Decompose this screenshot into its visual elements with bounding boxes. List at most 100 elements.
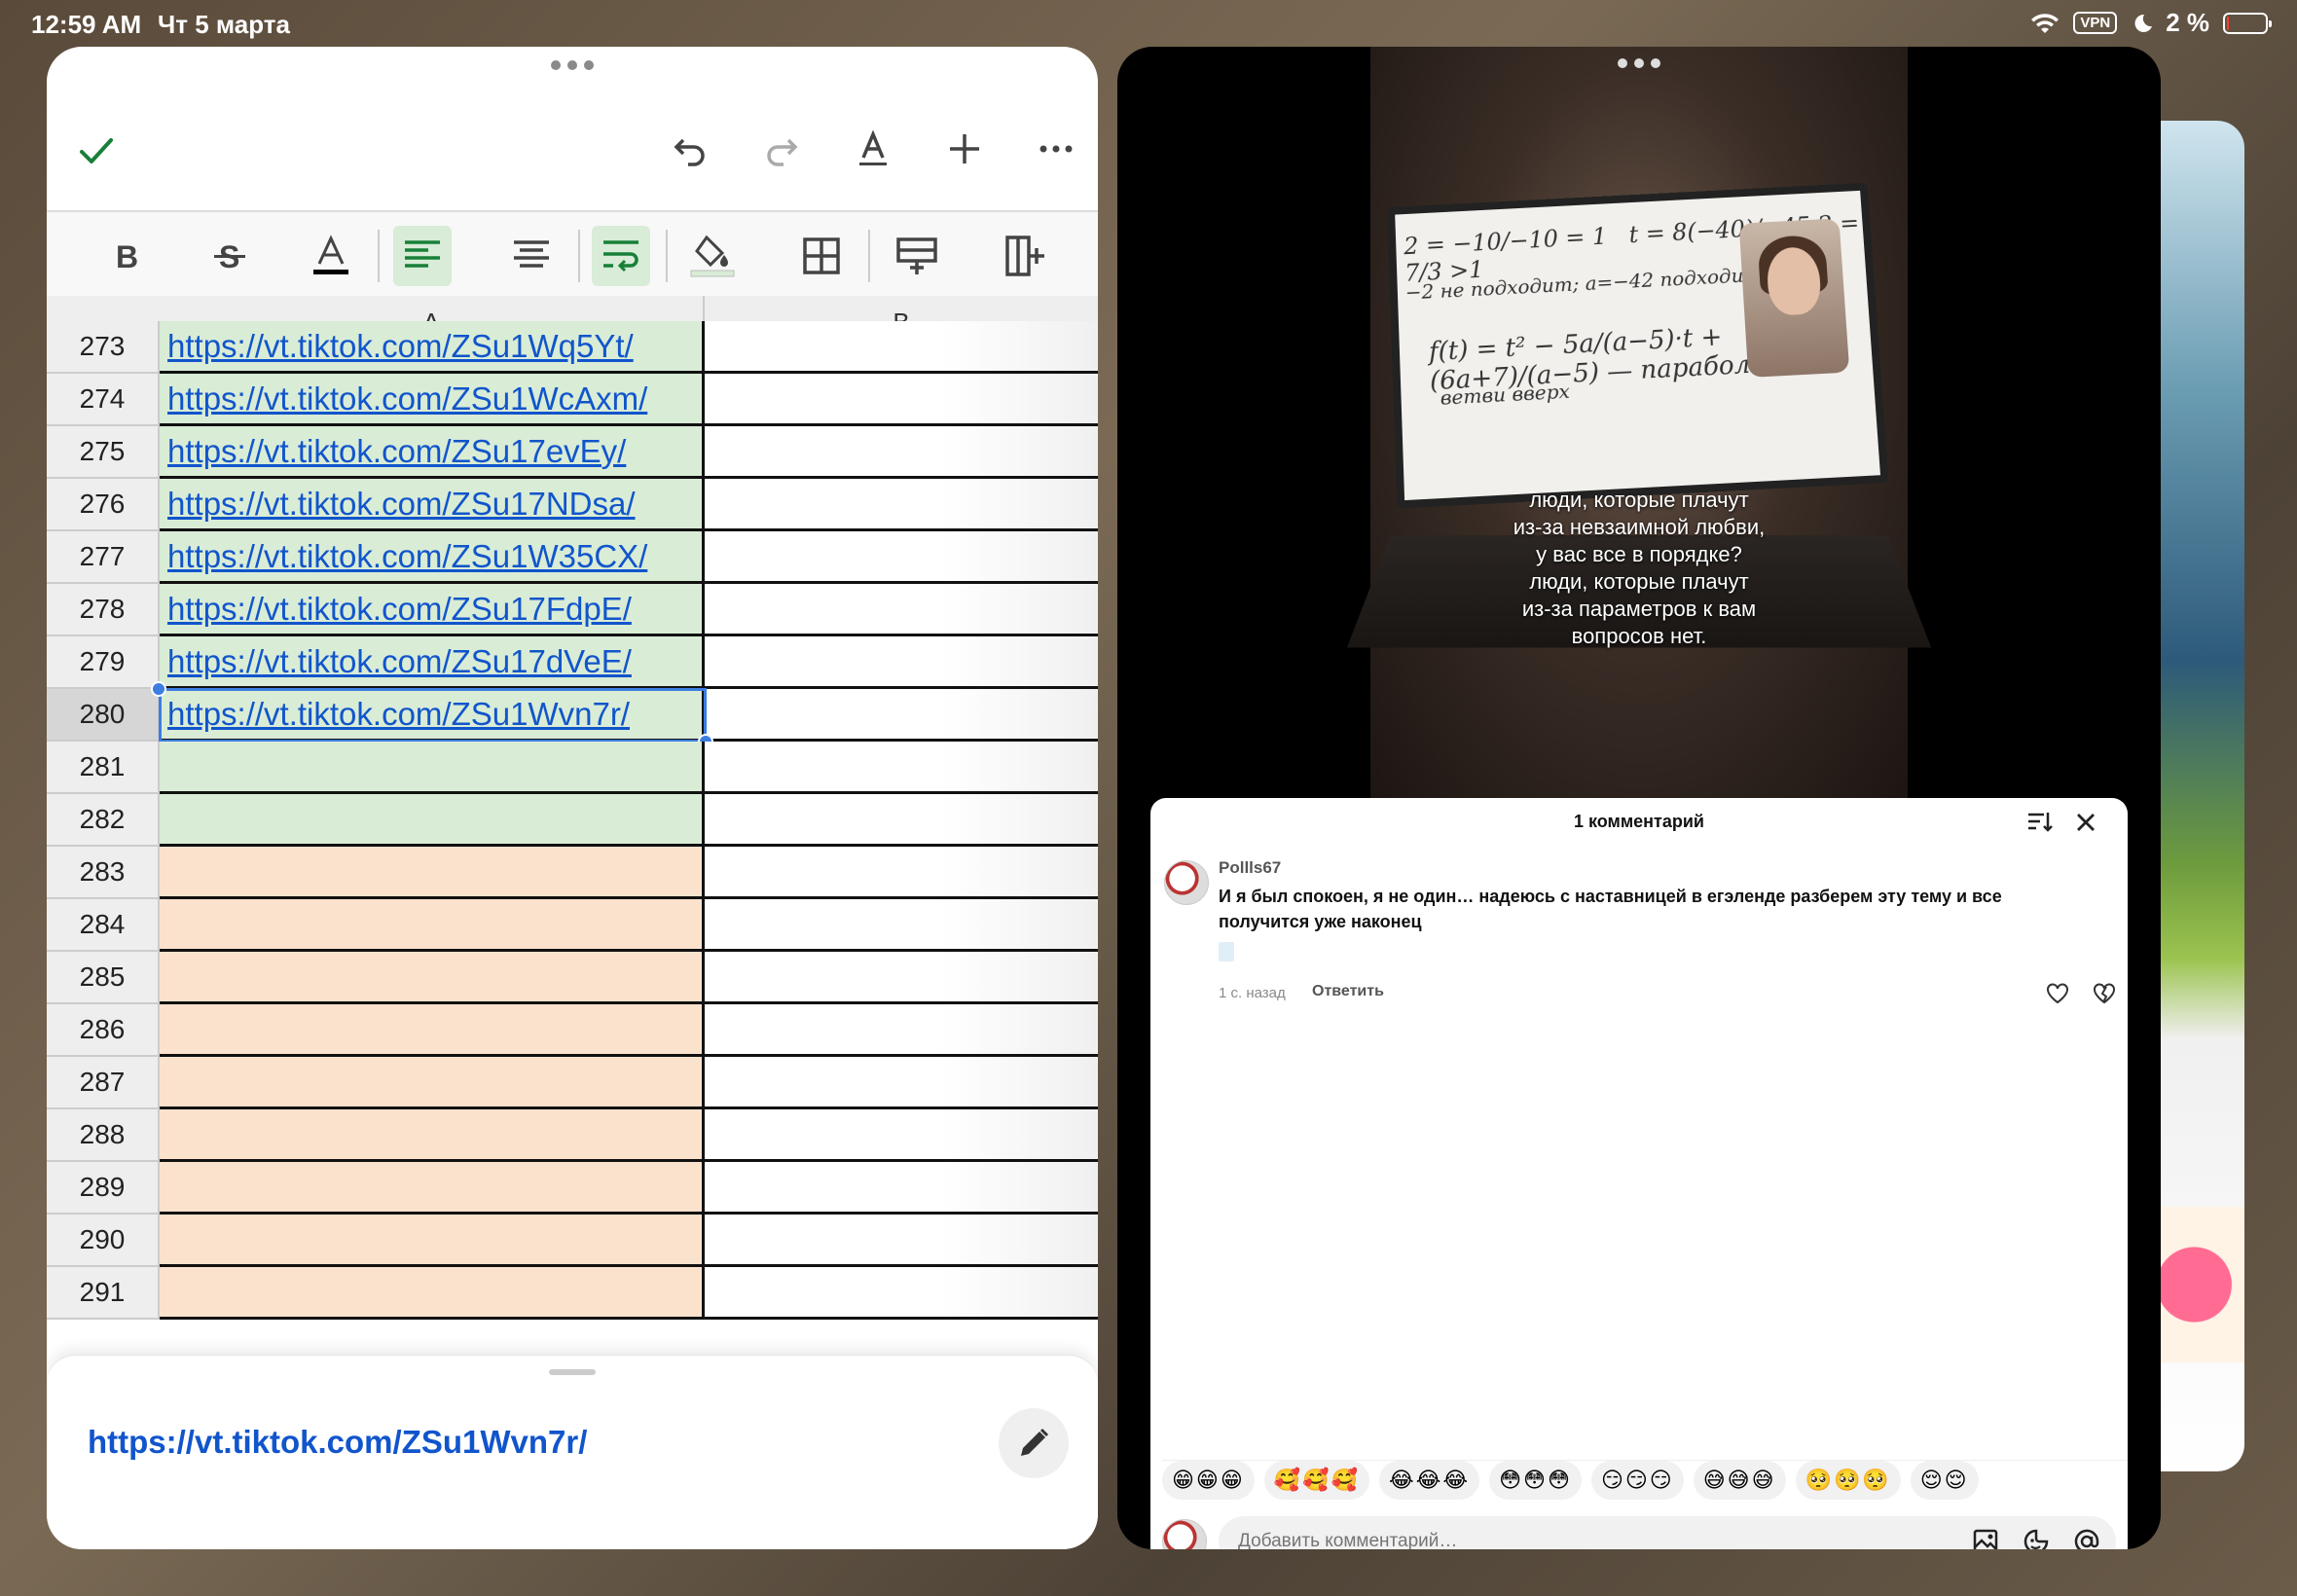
align-center-icon[interactable] (502, 226, 561, 286)
row-number[interactable]: 275 (47, 426, 160, 479)
cell-link[interactable]: https://vt.tiktok.com/ZSu17dVeE/ (167, 643, 632, 680)
cell-b[interactable] (705, 531, 1098, 584)
cell-b[interactable] (705, 794, 1098, 847)
fill-color-icon[interactable] (683, 226, 742, 286)
cell-b[interactable] (705, 1215, 1098, 1267)
cell-link[interactable]: https://vt.tiktok.com/ZSu17evEy/ (167, 433, 626, 470)
row-number[interactable]: 290 (47, 1215, 160, 1267)
cell-b[interactable] (705, 847, 1098, 899)
row-number[interactable]: 283 (47, 847, 160, 899)
cell-link[interactable]: https://vt.tiktok.com/ZSu1Wvn7r/ (167, 696, 630, 733)
insert-row-icon[interactable] (888, 226, 946, 286)
bold-icon[interactable]: B (97, 226, 156, 286)
row-number[interactable]: 282 (47, 794, 160, 847)
cell-a[interactable]: https://vt.tiktok.com/ZSu1W35CX/ (160, 531, 705, 584)
window-grabber[interactable] (1618, 58, 1660, 68)
row-number[interactable]: 287 (47, 1057, 160, 1109)
cell-b[interactable] (705, 636, 1098, 689)
cell-a[interactable] (160, 1057, 705, 1109)
edit-pencil-icon[interactable] (999, 1408, 1069, 1478)
cell-link[interactable]: https://vt.tiktok.com/ZSu1WcAxm/ (167, 381, 647, 417)
reply-button[interactable]: Ответить (1312, 983, 1384, 1000)
comment-input-box[interactable] (1219, 1516, 2116, 1549)
video-player[interactable]: 2 = −10/−10 = 1 t = 8(−40)/−45·2 = 7/3 >… (1346, 47, 1932, 806)
cell-a[interactable] (160, 1215, 705, 1267)
cell-a[interactable] (160, 1267, 705, 1320)
text-color-icon[interactable] (302, 226, 360, 286)
cell-link[interactable]: https://vt.tiktok.com/ZSu17NDsa/ (167, 486, 636, 523)
row-number[interactable]: 280 (47, 689, 160, 742)
cell-b[interactable] (705, 321, 1098, 374)
more-options-icon[interactable] (1034, 127, 1078, 171)
row-number[interactable]: 284 (47, 899, 160, 952)
cell-a[interactable]: https://vt.tiktok.com/ZSu17dVeE/ (160, 636, 705, 689)
emoji-chip[interactable]: 😏😏😏 (1590, 1461, 1684, 1500)
selection-handle-start[interactable] (151, 681, 166, 697)
borders-icon[interactable] (792, 226, 851, 286)
emoji-chip[interactable]: 😂😂😂 (1379, 1461, 1480, 1500)
row-number[interactable]: 286 (47, 1004, 160, 1057)
cell-b[interactable] (705, 584, 1098, 636)
insert-column-icon[interactable] (997, 226, 1055, 286)
cell-b[interactable] (705, 1109, 1098, 1162)
panel-grabber[interactable] (549, 1369, 596, 1375)
row-number[interactable]: 274 (47, 374, 160, 426)
cell-b[interactable] (705, 952, 1098, 1004)
emoji-chip[interactable]: 😌😌 (1910, 1461, 1979, 1500)
emoji-chip[interactable]: 🥺🥺🥺 (1795, 1461, 1901, 1500)
row-number[interactable]: 273 (47, 321, 160, 374)
comment-input[interactable] (1238, 1516, 1841, 1549)
text-format-icon[interactable] (851, 127, 895, 171)
cell-b[interactable] (705, 479, 1098, 531)
done-check-icon[interactable] (74, 128, 119, 173)
cell-a[interactable] (160, 794, 705, 847)
wrap-text-icon[interactable] (592, 226, 650, 286)
cell-editor-value[interactable]: https://vt.tiktok.com/ZSu1Wvn7r/ (88, 1424, 587, 1461)
cell-a[interactable]: https://vt.tiktok.com/ZSu17evEy/ (160, 426, 705, 479)
cell-b[interactable] (705, 899, 1098, 952)
cell-link[interactable]: https://vt.tiktok.com/ZSu1W35CX/ (167, 538, 647, 575)
emoji-chip[interactable]: 😳😳😳 (1489, 1461, 1582, 1500)
cell-b[interactable] (705, 689, 1098, 742)
emoji-chip[interactable]: 😁😁😁 (1162, 1461, 1255, 1500)
redo-icon[interactable] (759, 127, 804, 171)
cell-a[interactable]: https://vt.tiktok.com/ZSu1Wq5Yt/ (160, 321, 705, 374)
cell-b[interactable] (705, 1267, 1098, 1320)
emoji-chip[interactable]: 🥰🥰🥰 (1263, 1461, 1369, 1500)
dislike-icon[interactable] (2093, 983, 2116, 1009)
cell-b[interactable] (705, 1162, 1098, 1215)
cell-a[interactable]: https://vt.tiktok.com/ZSu17NDsa/ (160, 479, 705, 531)
row-number[interactable]: 276 (47, 479, 160, 531)
cell-b[interactable] (705, 742, 1098, 794)
cell-a[interactable] (160, 742, 705, 794)
spreadsheet-grid[interactable]: A B 273https://vt.tiktok.com/ZSu1Wq5Yt/2… (47, 296, 1098, 1357)
sort-icon[interactable] (2026, 810, 2054, 840)
row-number[interactable]: 288 (47, 1109, 160, 1162)
cell-b[interactable] (705, 374, 1098, 426)
insert-plus-icon[interactable] (942, 127, 987, 171)
cell-link[interactable]: https://vt.tiktok.com/ZSu1Wq5Yt/ (167, 328, 634, 365)
sticker-icon[interactable] (2023, 1528, 2050, 1549)
row-number[interactable]: 285 (47, 952, 160, 1004)
cell-a[interactable]: https://vt.tiktok.com/ZSu17FdpE/ (160, 584, 705, 636)
cell-b[interactable] (705, 426, 1098, 479)
cell-a[interactable] (160, 1162, 705, 1215)
row-number[interactable]: 281 (47, 742, 160, 794)
emoji-chip[interactable]: 😅😅😅 (1693, 1461, 1786, 1500)
cell-a[interactable] (160, 1004, 705, 1057)
cell-a[interactable]: https://vt.tiktok.com/ZSu1WcAxm/ (160, 374, 705, 426)
comment-username[interactable]: Pollls67 (1219, 858, 1281, 878)
close-icon[interactable] (2073, 810, 2098, 840)
cell-a[interactable] (160, 1109, 705, 1162)
cell-a[interactable] (160, 952, 705, 1004)
cell-b[interactable] (705, 1057, 1098, 1109)
cell-a[interactable] (160, 847, 705, 899)
align-left-icon[interactable] (393, 226, 452, 286)
undo-icon[interactable] (668, 127, 712, 171)
mention-icon[interactable] (2073, 1528, 2100, 1549)
cell-b[interactable] (705, 1004, 1098, 1057)
image-icon[interactable] (1972, 1528, 1999, 1549)
heart-icon[interactable] (2046, 983, 2069, 1009)
strikethrough-icon[interactable]: S (201, 226, 259, 286)
row-number[interactable]: 289 (47, 1162, 160, 1215)
